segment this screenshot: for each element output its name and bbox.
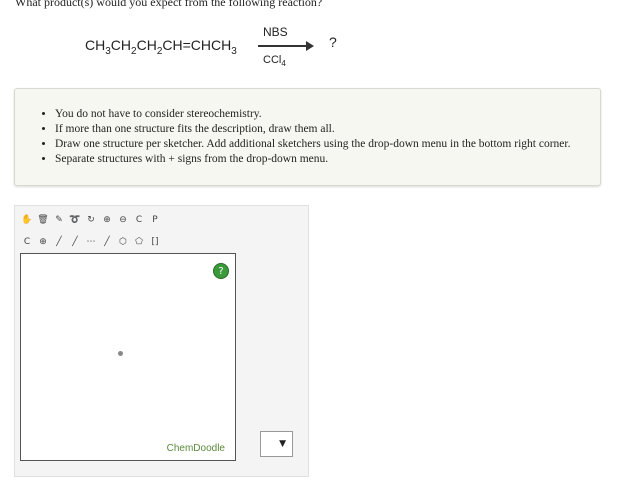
product-placeholder: ? <box>329 34 337 50</box>
chemdoodle-sketcher: ✋ 🗑 ✎ ➰ ↻ ⊕ ⊖ C P C ⊕ ╱ ╱ ⋯ ╱ ⬡ ⬠[] ? ChemDoodle ▼ <box>14 205 309 477</box>
element-c-icon[interactable]: C <box>21 236 33 248</box>
clean-icon[interactable]: C <box>133 214 145 226</box>
ring-move-icon[interactable]: ↻ <box>85 214 97 226</box>
zoom-in-icon[interactable]: ⊕ <box>101 214 113 226</box>
chevron-down-icon: ▼ <box>279 439 286 449</box>
instruction-item: Draw one structure per sketcher. Add add… <box>55 137 600 152</box>
single-bond-icon[interactable]: ╱ <box>53 236 65 248</box>
instructions-panel: You do not have to consider stereochemis… <box>14 88 601 186</box>
toolbar-row-1: ✋ 🗑 ✎ ➰ ↻ ⊕ ⊖ C P <box>21 211 165 229</box>
toolbar-row-2: C ⊕ ╱ ╱ ⋯ ╱ ⬡ ⬠ [] <box>21 233 165 251</box>
wedge-bond-icon[interactable]: ╱ <box>69 236 81 248</box>
instruction-item: If more than one structure fits the desc… <box>55 122 600 137</box>
eraser-icon[interactable]: ✎ <box>53 214 65 226</box>
zoom-out-icon[interactable]: ⊖ <box>117 214 129 226</box>
template-icon[interactable]: ⬠ <box>133 236 145 248</box>
perspective-icon[interactable]: P <box>149 214 161 226</box>
trash-icon[interactable]: 🗑 <box>37 214 49 226</box>
bold-bond-icon[interactable]: ╱ <box>101 236 113 248</box>
reaction-scheme: CH3CH2CH2CH=CHCH3 NBS CCl4 ? <box>85 25 385 75</box>
charge-icon[interactable]: ⊕ <box>37 236 49 248</box>
reagent-nbs: NBS <box>263 25 288 39</box>
chemdoodle-brand: ChemDoodle <box>166 443 225 454</box>
reactant-formula: CH3CH2CH2CH=CHCH3 <box>85 37 237 57</box>
help-icon[interactable]: ? <box>213 263 229 279</box>
drawing-canvas[interactable]: ? ChemDoodle <box>20 253 236 461</box>
reagent-solvent: CCl4 <box>263 54 286 69</box>
hand-icon[interactable]: ✋ <box>21 214 33 226</box>
ring-icon[interactable]: ⬡ <box>117 236 129 248</box>
bracket-icon[interactable]: [] <box>149 236 161 248</box>
instruction-item: Separate structures with + signs from th… <box>55 152 600 167</box>
sketcher-add-dropdown[interactable]: ▼ <box>260 431 293 457</box>
question-text: What product(s) would you expect from th… <box>15 0 323 9</box>
reaction-arrow <box>258 41 314 51</box>
cursor-dot <box>118 351 123 356</box>
instruction-item: You do not have to consider stereochemis… <box>55 107 600 122</box>
lasso-icon[interactable]: ➰ <box>69 214 81 226</box>
hash-bond-icon[interactable]: ⋯ <box>85 236 97 248</box>
